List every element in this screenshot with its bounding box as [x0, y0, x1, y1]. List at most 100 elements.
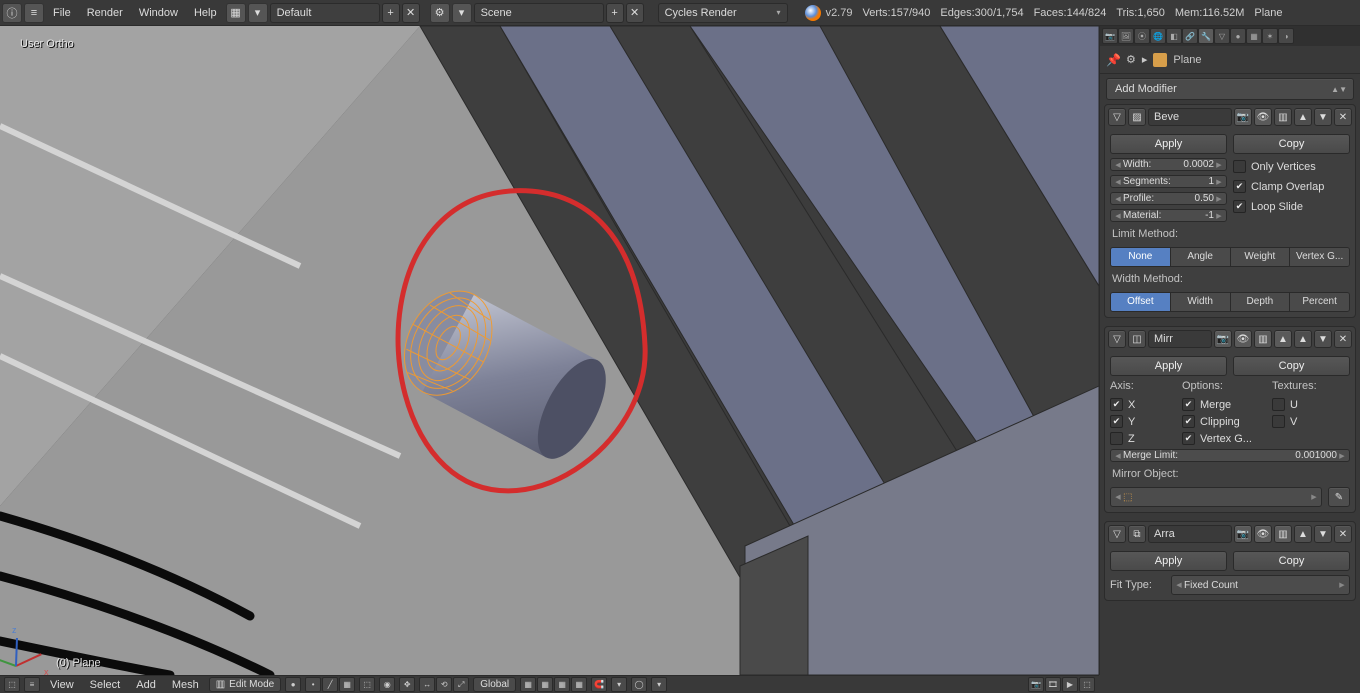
move-up-icon[interactable]: ▲	[1294, 525, 1312, 543]
bevel-profile-field[interactable]: Profile:0.50	[1110, 192, 1227, 205]
scene-dropdown-icon[interactable]: ▾	[452, 3, 472, 23]
tab-data-icon[interactable]: ▽	[1214, 28, 1230, 44]
scene-add-button[interactable]: +	[606, 3, 624, 23]
fit-type-dropdown[interactable]: Fixed Count	[1171, 575, 1350, 595]
mode-selector[interactable]: ▥ Edit Mode	[209, 677, 281, 692]
limit-none[interactable]: None	[1111, 248, 1171, 266]
orientation-selector[interactable]: Global	[473, 677, 516, 692]
modifier-name-field[interactable]: Beve	[1148, 108, 1232, 126]
render-visibility-icon[interactable]: 📷	[1234, 525, 1252, 543]
menu-file[interactable]: File	[46, 4, 78, 22]
tab-constraints-icon[interactable]: 🔗	[1182, 28, 1198, 44]
loop-slide-checkbox[interactable]: Loop Slide	[1233, 200, 1350, 213]
translate-icon[interactable]: ↔	[419, 677, 435, 692]
move-down-icon[interactable]: ▼	[1314, 525, 1332, 543]
layout-del-button[interactable]: ✕	[402, 3, 420, 23]
move-up-icon[interactable]: ▲	[1294, 330, 1312, 348]
viewport-visibility-icon[interactable]: 👁	[1234, 330, 1252, 348]
copy-button[interactable]: Copy	[1233, 134, 1350, 154]
move-down-icon[interactable]: ▼	[1314, 108, 1332, 126]
width-percent[interactable]: Percent	[1290, 293, 1349, 311]
render-engine-selector[interactable]: Cycles Render▾	[658, 3, 788, 23]
copy-button[interactable]: Copy	[1233, 551, 1350, 571]
pivot-icon[interactable]: ◉	[379, 677, 395, 692]
menu-view[interactable]: View	[44, 679, 80, 691]
tab-object-icon[interactable]: ◧	[1166, 28, 1182, 44]
layer-icon[interactable]: ▦	[537, 677, 553, 692]
misc-icon[interactable]: ⬚	[1079, 677, 1095, 692]
eyedropper-icon[interactable]: ✎	[1328, 487, 1350, 507]
edge-select-icon[interactable]: ╱	[322, 677, 338, 692]
apply-button[interactable]: Apply	[1110, 356, 1227, 376]
expand-icon[interactable]: ≡	[24, 3, 44, 23]
tab-physics-icon[interactable]: ◑	[1278, 28, 1294, 44]
layer-icon[interactable]: ▦	[520, 677, 536, 692]
3d-viewport[interactable]: User Ortho (0) Plane zx	[0, 26, 1099, 675]
modifier-name-field[interactable]: Mirr	[1148, 330, 1212, 348]
delete-modifier-icon[interactable]: ✕	[1334, 108, 1352, 126]
limit-sel-icon[interactable]: ⬚	[359, 677, 375, 692]
tab-material-icon[interactable]: ●	[1230, 28, 1246, 44]
bevel-material-field[interactable]: Material:-1	[1110, 209, 1227, 222]
gl-render-icon[interactable]: ▶	[1062, 677, 1078, 692]
dropdown-icon[interactable]: ▾	[248, 3, 268, 23]
limit-method-segmented[interactable]: None Angle Weight Vertex G...	[1110, 247, 1350, 267]
tab-scene-icon[interactable]: ⦿	[1134, 28, 1150, 44]
render-visibility-icon[interactable]: 📷	[1214, 330, 1232, 348]
add-modifier-dropdown[interactable]: Add Modifier▲▼	[1106, 78, 1354, 100]
tab-particles-icon[interactable]: ✶	[1262, 28, 1278, 44]
vertex-select-icon[interactable]: •	[305, 677, 321, 692]
collapse-icon[interactable]: ▽	[1108, 525, 1126, 543]
scene-del-button[interactable]: ✕	[626, 3, 644, 23]
tab-world-icon[interactable]: 🌐	[1150, 28, 1166, 44]
width-method-segmented[interactable]: Offset Width Depth Percent	[1110, 292, 1350, 312]
layout-add-button[interactable]: +	[382, 3, 400, 23]
clipping-checkbox[interactable]: Clipping	[1182, 415, 1260, 428]
menu-render[interactable]: Render	[80, 4, 130, 22]
tab-texture-icon[interactable]: ▦	[1246, 28, 1262, 44]
editor-type-icon[interactable]: ⬚	[4, 677, 20, 692]
face-select-icon[interactable]: ▦	[339, 677, 355, 692]
menu-mesh[interactable]: Mesh	[166, 679, 205, 691]
viewport-visibility-icon[interactable]: 👁	[1254, 525, 1272, 543]
limit-vertexgroup[interactable]: Vertex G...	[1290, 248, 1349, 266]
edit-mode-visibility-icon[interactable]: ▥	[1254, 330, 1272, 348]
layout-selector[interactable]: Default	[270, 3, 380, 23]
copy-button[interactable]: Copy	[1233, 356, 1350, 376]
tab-render-icon[interactable]: 📷	[1102, 28, 1118, 44]
edit-mode-visibility-icon[interactable]: ▥	[1274, 525, 1292, 543]
move-down-icon[interactable]: ▼	[1314, 330, 1332, 348]
move-up-icon[interactable]: ▲	[1294, 108, 1312, 126]
delete-modifier-icon[interactable]: ✕	[1334, 330, 1352, 348]
layer-icon[interactable]: ▦	[554, 677, 570, 692]
manipulator-icon[interactable]: ✥	[399, 677, 415, 692]
limit-angle[interactable]: Angle	[1171, 248, 1231, 266]
editor-type-icon[interactable]: ⓘ	[2, 3, 22, 23]
scene-icon[interactable]: ⚙	[430, 3, 450, 23]
shade-icon[interactable]: ●	[285, 677, 301, 692]
vertex-group-checkbox[interactable]: Vertex G...	[1182, 432, 1260, 445]
axis-z-checkbox[interactable]: Z	[1110, 432, 1170, 445]
collapse-icon[interactable]: ▽	[1108, 330, 1126, 348]
modifier-name-field[interactable]: Arra	[1148, 525, 1232, 543]
snap-icon[interactable]: 🧲	[591, 677, 607, 692]
width-width[interactable]: Width	[1171, 293, 1231, 311]
expand-icon[interactable]: ≡	[24, 677, 40, 692]
render-icon[interactable]: 📷	[1028, 677, 1044, 692]
collapse-icon[interactable]: ▽	[1108, 108, 1126, 126]
scene-selector[interactable]: Scene	[474, 3, 604, 23]
clamp-overlap-checkbox[interactable]: Clamp Overlap	[1233, 180, 1350, 193]
menu-select[interactable]: Select	[84, 679, 127, 691]
axis-y-checkbox[interactable]: Y	[1110, 415, 1170, 428]
pin-icon[interactable]: 📌	[1106, 53, 1120, 67]
mirror-object-field[interactable]: ⬚	[1110, 487, 1322, 507]
axis-x-checkbox[interactable]: X	[1110, 398, 1170, 411]
tab-render-layers-icon[interactable]: 🖼	[1118, 28, 1134, 44]
falloff-icon[interactable]: ▾	[651, 677, 667, 692]
texture-v-checkbox[interactable]: V	[1272, 415, 1350, 428]
width-depth[interactable]: Depth	[1231, 293, 1291, 311]
merge-checkbox[interactable]: Merge	[1182, 398, 1260, 411]
apply-button[interactable]: Apply	[1110, 551, 1227, 571]
tab-modifiers-icon[interactable]: 🔧	[1198, 28, 1214, 44]
bevel-segments-field[interactable]: Segments:1	[1110, 175, 1227, 188]
